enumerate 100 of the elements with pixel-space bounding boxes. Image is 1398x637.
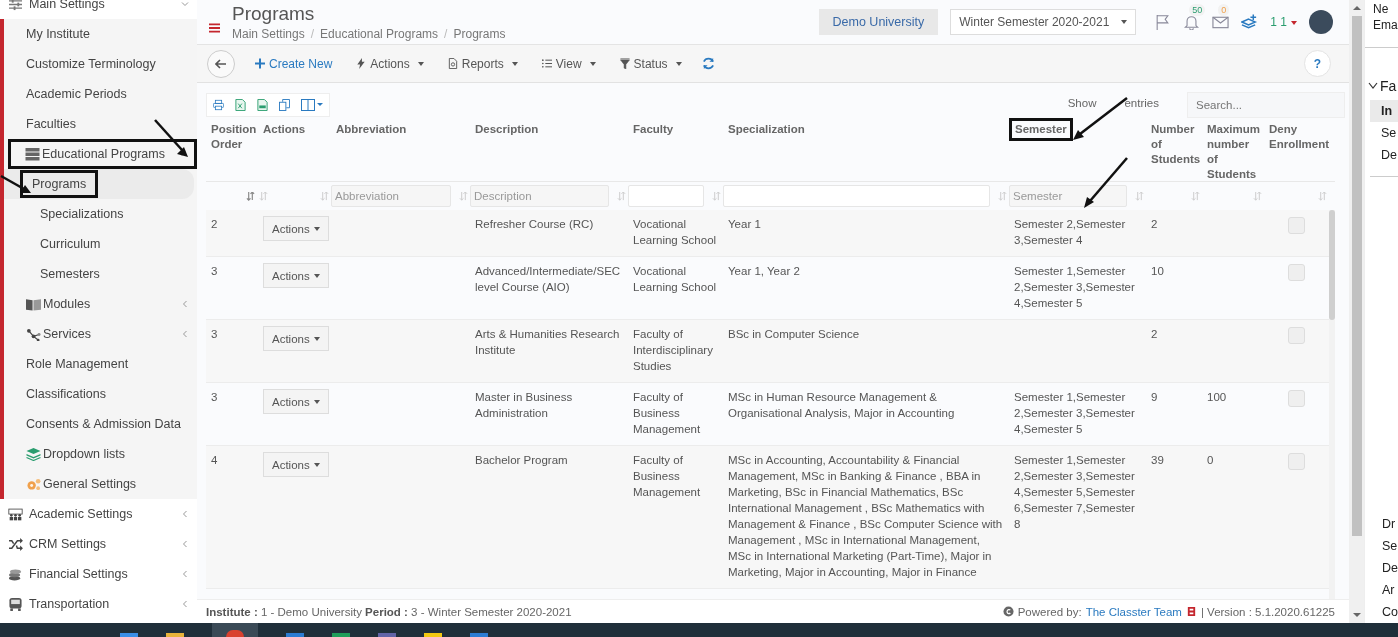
sidebar-group[interactable]: Modules [4, 289, 197, 319]
sidebar-item[interactable]: Programs [4, 169, 194, 199]
sidebar-item[interactable]: Curriculum [4, 229, 197, 259]
sidebar-group[interactable]: Transportation [0, 589, 197, 619]
column-filter-field[interactable]: Semester [1009, 185, 1127, 207]
sidebar-item[interactable]: Role Management [4, 349, 197, 379]
sort-icon[interactable] [617, 191, 626, 201]
column-header[interactable]: Maximum number of Students [1207, 122, 1261, 182]
breadcrumb-item[interactable]: Main Settings [232, 27, 305, 41]
checkbox[interactable] [1287, 327, 1305, 344]
sidebar-item[interactable]: General Settings [4, 469, 197, 499]
chevron-left-icon[interactable] [181, 510, 189, 518]
panel-item[interactable]: Se [1365, 535, 1398, 557]
column-header[interactable]: Position Order [211, 122, 257, 152]
toolbar-menu-button[interactable]: Status [609, 56, 692, 71]
sidebar-item[interactable]: Faculties [4, 109, 197, 139]
chevron-left-icon[interactable] [181, 300, 189, 308]
panel-item[interactable]: De [1365, 557, 1398, 579]
panel-section-header[interactable]: Fa [1365, 48, 1398, 100]
team-link[interactable]: The Classter Team [1085, 605, 1182, 618]
bell-icon[interactable] [1183, 14, 1201, 30]
sidebar-item[interactable]: My Institute [4, 19, 197, 49]
sidebar-group[interactable]: CRM Settings [0, 529, 197, 559]
sidebar-item[interactable]: Dropdown lists [4, 439, 197, 469]
institution-button[interactable]: Demo University [818, 9, 939, 35]
scroll-down-icon[interactable] [1352, 612, 1361, 618]
checkbox[interactable] [1287, 453, 1305, 470]
checkbox[interactable] [1287, 390, 1305, 407]
panel-item[interactable]: Dr [1365, 513, 1398, 535]
sort-icon[interactable] [259, 191, 268, 201]
toolbar-menu-button[interactable]: Actions [346, 56, 434, 71]
column-header[interactable]: Semester [1009, 118, 1073, 141]
column-header[interactable]: Number of Students [1151, 122, 1201, 167]
breadcrumb-item[interactable]: Educational Programs [320, 27, 439, 41]
sort-icon[interactable] [1135, 191, 1144, 201]
scrollbar[interactable] [1349, 0, 1364, 623]
sidebar-group[interactable]: Financial Settings [0, 559, 197, 589]
sort-ascending-icon[interactable] [246, 191, 255, 201]
toolbar-menu-button[interactable]: Reports [437, 56, 528, 71]
column-filter-field[interactable] [723, 185, 990, 207]
chevron-left-icon[interactable] [181, 600, 189, 608]
row-actions-button[interactable]: Actions [263, 216, 329, 241]
checkbox[interactable] [1287, 264, 1305, 281]
chevron-left-icon[interactable] [181, 540, 189, 548]
row-actions-button[interactable]: Actions [263, 263, 329, 288]
avatar[interactable] [1309, 10, 1333, 34]
column-filter-field[interactable] [628, 185, 704, 207]
column-filter-field[interactable]: Description [470, 185, 609, 207]
toolbar-menu-button[interactable]: View [531, 56, 606, 71]
column-header[interactable]: Deny Enrollment [1269, 122, 1330, 152]
row-actions-button[interactable]: Actions [263, 326, 329, 351]
help-button[interactable]: ? [1304, 50, 1331, 77]
sort-icon[interactable] [320, 191, 329, 201]
row-actions-button[interactable]: Actions [263, 389, 329, 414]
columns-icon[interactable] [301, 99, 323, 111]
sidebar-item[interactable]: Classifications [4, 379, 197, 409]
column-header[interactable]: Abbreviation [336, 122, 407, 137]
sort-icon[interactable] [1191, 191, 1200, 201]
flag-icon[interactable] [1154, 14, 1172, 30]
sort-icon[interactable] [459, 191, 468, 201]
column-header[interactable]: Actions [263, 122, 306, 137]
sort-icon[interactable] [998, 191, 1007, 201]
sort-icon[interactable] [1253, 191, 1262, 201]
mail-icon[interactable] [1212, 14, 1230, 30]
column-filter-field[interactable]: Abbreviation [331, 185, 451, 207]
search-field[interactable]: Search... [1187, 92, 1345, 118]
chevron-left-icon[interactable] [181, 330, 189, 338]
layers-plus-icon[interactable] [1241, 14, 1259, 30]
panel-item[interactable]: In [1370, 100, 1398, 122]
sort-icon[interactable] [1318, 191, 1327, 201]
sidebar-item[interactable]: Semesters [4, 259, 197, 289]
refresh-icon[interactable] [701, 57, 715, 70]
chevron-icon[interactable] [1368, 82, 1378, 90]
sidebar-item[interactable]: Consents & Admission Data [4, 409, 197, 439]
panel-item[interactable]: Se [1370, 122, 1398, 144]
create-new-button[interactable]: Create New [245, 56, 343, 71]
sidebar-group[interactable]: Educational Programs [8, 139, 197, 169]
menu-icon[interactable] [209, 23, 220, 33]
panel-item[interactable]: Ar [1365, 579, 1398, 601]
scroll-up-icon[interactable] [1352, 5, 1361, 11]
copy-icon[interactable] [279, 99, 290, 111]
column-header[interactable]: Specialization [728, 122, 805, 137]
print-icon[interactable] [213, 99, 224, 111]
period-select[interactable]: Winter Semester 2020-2021 [950, 9, 1137, 35]
excel-file-icon[interactable] [235, 99, 246, 111]
checkbox[interactable] [1287, 217, 1305, 234]
back-button[interactable] [207, 49, 235, 78]
row-actions-button[interactable]: Actions [263, 452, 329, 477]
panel-item[interactable]: Co [1365, 601, 1398, 623]
sidebar-item[interactable]: Specializations [4, 199, 197, 229]
scrollbar[interactable] [1329, 210, 1335, 599]
chevron-left-icon[interactable] [181, 570, 189, 578]
csv-file-icon[interactable] [257, 99, 268, 111]
sidebar-group[interactable]: Academic Settings [0, 499, 197, 529]
sidebar-group[interactable]: Services [4, 319, 197, 349]
column-header[interactable]: Description [475, 122, 539, 137]
sidebar-item[interactable]: Customize Terminology [4, 49, 197, 79]
sort-icon[interactable] [712, 191, 721, 201]
column-header[interactable]: Faculty [633, 122, 674, 137]
sidebar-item[interactable]: Academic Periods [4, 79, 197, 109]
